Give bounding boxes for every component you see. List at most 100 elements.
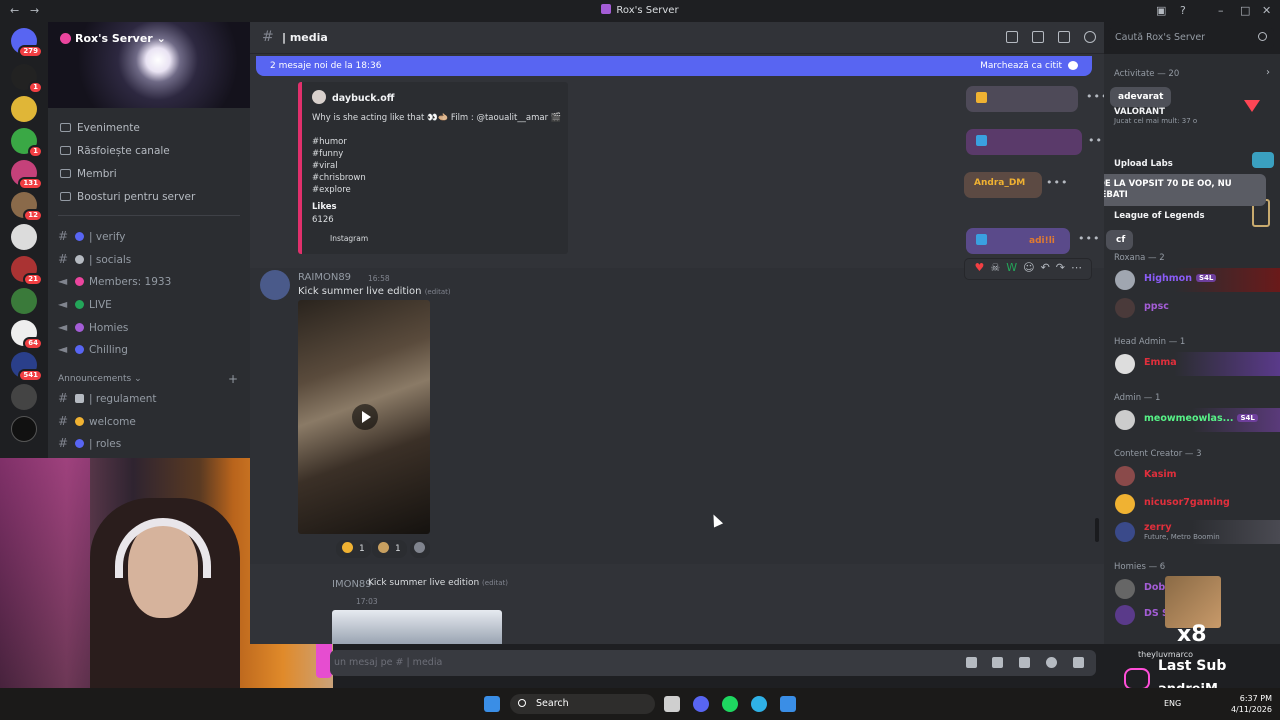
channel-homies[interactable]: ◄ Homies	[58, 320, 128, 334]
avatar[interactable]	[260, 270, 290, 300]
maximize-icon[interactable]: □	[1240, 4, 1250, 17]
server-icon[interactable]: 1	[11, 64, 43, 94]
pin-icon[interactable]	[1058, 31, 1070, 43]
skull-react-icon[interactable]: ☠	[990, 261, 1000, 274]
new-messages-bar[interactable]: 2 mesaje noi de la 18:36 Marchează ca ci…	[256, 56, 1092, 76]
chevron-right-icon[interactable]: ›	[1266, 67, 1270, 78]
task-view-icon[interactable]	[664, 696, 680, 712]
avatar	[1115, 494, 1135, 514]
help-icon[interactable]: ?	[1180, 4, 1186, 17]
channel-roles[interactable]: # | roles	[58, 436, 121, 450]
server-icon[interactable]	[11, 288, 37, 314]
message-author[interactable]: IMON89	[332, 579, 372, 590]
activity-league[interactable]: League of Legends	[1114, 211, 1205, 221]
notifications-muted-icon[interactable]	[1032, 31, 1044, 43]
add-reaction-icon[interactable]: ☺	[1023, 261, 1034, 274]
channel-live[interactable]: ◄ LIVE	[58, 297, 112, 311]
message-author[interactable]: RAIMON89	[298, 272, 351, 283]
badge: 1	[28, 145, 43, 158]
apps-icon[interactable]	[1073, 657, 1084, 668]
activity-upload-labs[interactable]: Upload Labs	[1114, 159, 1173, 169]
menu-browse-channels[interactable]: Răsfoiește canale	[60, 145, 170, 157]
mark-as-read-button[interactable]: Marchează ca citit	[980, 61, 1062, 71]
channel-verify[interactable]: # | verify	[58, 229, 126, 243]
divider	[58, 215, 240, 216]
edge-icon[interactable]	[751, 696, 767, 712]
channel-welcome[interactable]: # welcome	[58, 414, 136, 428]
server-icon[interactable]: 12	[11, 192, 43, 222]
reaction-laugh[interactable]: 1	[336, 540, 371, 558]
member-row[interactable]: meowmeowlas... S4L	[1104, 408, 1280, 432]
direct-messages-button[interactable]: 279	[11, 28, 43, 58]
server-icon[interactable]	[11, 224, 37, 250]
search-input[interactable]: Caută Rox's Server	[1108, 28, 1274, 48]
embed-footer: Instagram	[330, 234, 369, 243]
instagram-embed[interactable]: daybuck.off Why is she acting like that …	[298, 82, 568, 254]
category-announcements[interactable]: Announcements ⌄	[58, 374, 142, 384]
activity-valorant[interactable]: VALORANT Jucat cel mai mult: 37 o	[1114, 107, 1197, 125]
clipboard-icon	[75, 394, 84, 403]
taskbar: Search ENG 6:37 PM 4/11/2026	[0, 688, 1280, 720]
server-banner[interactable]: Rox's Server ⌄	[48, 22, 250, 108]
reply-icon[interactable]: ↶	[1041, 261, 1050, 274]
sticker-icon[interactable]	[1019, 657, 1030, 668]
image-attachment[interactable]	[332, 610, 502, 644]
message-composer[interactable]: un mesaj pe # | media	[330, 650, 1096, 676]
forward-icon[interactable]: ↷	[1056, 261, 1065, 274]
clock[interactable]: 6:37 PM 4/11/2026	[1226, 693, 1272, 715]
app-icon[interactable]	[780, 696, 796, 712]
windows-start-icon[interactable]	[484, 696, 500, 712]
member-row[interactable]: zerry Future, Metro Boomin	[1104, 520, 1280, 544]
discord-icon[interactable]	[693, 696, 709, 712]
speaker-icon: ◄	[58, 274, 68, 288]
more-icon[interactable]: ⋯	[1071, 261, 1082, 274]
more-icon[interactable]: •••	[1078, 232, 1100, 245]
channel-regulament[interactable]: # | regulament	[58, 391, 157, 405]
server-icon[interactable]: 21	[11, 256, 43, 286]
menu-boosts[interactable]: Boosturi pentru server	[60, 191, 195, 203]
channel-members-count[interactable]: ◄ Members: 1933	[58, 274, 171, 288]
menu-members[interactable]: Membri	[60, 168, 117, 180]
language-indicator[interactable]: ENG	[1164, 699, 1181, 708]
add-channel-icon[interactable]: +	[228, 372, 238, 386]
embed-author[interactable]: daybuck.off	[312, 90, 394, 104]
server-icon[interactable]: 131	[11, 160, 43, 190]
reaction-cat[interactable]: 1	[372, 540, 407, 558]
server-name[interactable]: Rox's Server ⌄	[60, 32, 166, 45]
add-reaction-button[interactable]	[410, 540, 430, 558]
role-header: Head Admin — 1	[1114, 337, 1186, 347]
server-icon[interactable]: 64	[11, 320, 43, 350]
threads-icon[interactable]	[1006, 31, 1018, 43]
more-icon[interactable]: •••	[1088, 134, 1104, 147]
more-icon[interactable]: •••	[1046, 176, 1068, 189]
w-react-icon[interactable]: W	[1006, 261, 1017, 274]
gif-icon[interactable]	[992, 657, 1003, 668]
server-icon[interactable]	[11, 384, 37, 410]
member-row[interactable]: Highmon S4L	[1104, 268, 1280, 292]
member-row[interactable]: ppsc	[1104, 296, 1280, 320]
spotify-icon[interactable]	[722, 696, 738, 712]
channel-socials[interactable]: # | socials	[58, 252, 131, 266]
server-icon[interactable]: 1	[11, 128, 43, 158]
server-icon[interactable]	[11, 96, 37, 122]
server-icon[interactable]: 541	[11, 352, 43, 382]
scrollbar-thumb[interactable]	[1095, 518, 1099, 542]
member-row[interactable]: Kasim	[1104, 464, 1280, 488]
member-row[interactable]: nicusor7gaming	[1104, 492, 1280, 516]
close-icon[interactable]: ✕	[1262, 4, 1271, 17]
menu-events[interactable]: Evenimente	[60, 122, 140, 134]
minimize-icon[interactable]: –	[1218, 4, 1224, 17]
emoji-icon[interactable]	[1046, 657, 1057, 668]
channel-chilling[interactable]: ◄ Chilling	[58, 342, 128, 356]
badge: 12	[23, 209, 43, 222]
gift-icon[interactable]	[966, 657, 977, 668]
server-icon[interactable]	[11, 416, 37, 442]
video-attachment[interactable]	[298, 300, 430, 534]
play-icon[interactable]	[352, 404, 378, 430]
heart-react-icon[interactable]: ♥	[974, 261, 984, 274]
taskbar-search[interactable]: Search	[510, 694, 655, 714]
member-list-icon[interactable]	[1084, 31, 1096, 43]
member-row[interactable]: Emma	[1104, 352, 1280, 376]
more-icon[interactable]: •••	[1086, 90, 1104, 103]
inbox-icon[interactable]: ▣	[1156, 4, 1166, 17]
